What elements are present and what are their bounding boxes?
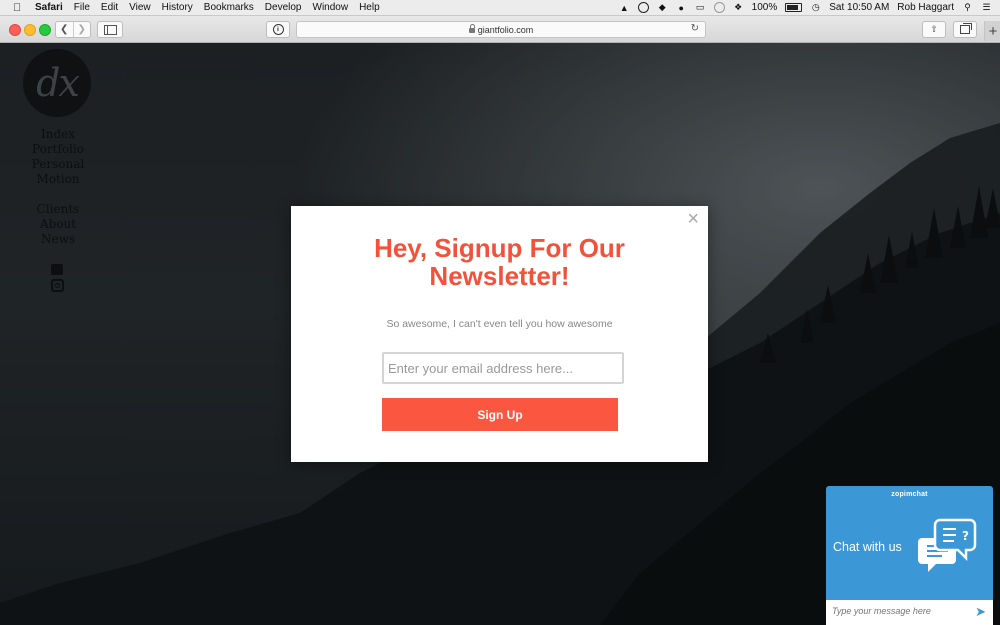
svg-text:?: ? xyxy=(962,529,969,543)
sign-up-button[interactable]: Sign Up xyxy=(382,398,618,431)
chat-message-input[interactable] xyxy=(832,606,952,616)
modal-title-line-2: Newsletter! xyxy=(429,261,570,291)
nav-link-about[interactable]: About xyxy=(20,217,96,232)
wifi-icon[interactable]: ◷ xyxy=(810,2,821,13)
info-status-icon[interactable] xyxy=(637,2,649,13)
nav-link-portfolio[interactable]: Portfolio xyxy=(20,142,96,157)
minimize-window-button[interactable] xyxy=(24,24,36,36)
menu-window[interactable]: Window xyxy=(313,2,349,13)
show-tabs-button[interactable] xyxy=(953,21,977,38)
menu-help[interactable]: Help xyxy=(359,2,380,13)
modal-subtitle: So awesome, I can't even tell you how aw… xyxy=(386,318,613,330)
modal-title-line-1: Hey, Signup For Our xyxy=(374,233,625,263)
sidebar-icon xyxy=(103,24,117,35)
privacy-report-button[interactable]: i xyxy=(266,21,290,38)
browser-toolbar: ❮ ❯ i giantfolio.com ↻ ⇧ xyxy=(0,16,1000,43)
reload-icon[interactable]: ↻ xyxy=(691,23,699,34)
fullscreen-window-button[interactable] xyxy=(39,24,51,36)
nav-link-news[interactable]: News xyxy=(20,232,96,247)
social-links xyxy=(51,264,65,296)
forward-button[interactable]: ❯ xyxy=(72,22,91,37)
google-drive-icon[interactable]: ▲ xyxy=(619,2,630,13)
close-window-button[interactable] xyxy=(9,24,21,36)
evernote-icon[interactable]: ● xyxy=(676,2,687,13)
airplay-icon[interactable]: ▭ xyxy=(695,2,706,13)
share-button[interactable]: ⇧ xyxy=(922,21,946,38)
time-machine-icon[interactable] xyxy=(713,2,725,13)
battery-percent: 100% xyxy=(751,2,778,13)
modal-title: Hey, Signup For Our Newsletter! xyxy=(291,234,708,290)
newsletter-modal: × Hey, Signup For Our Newsletter! So awe… xyxy=(291,206,708,462)
close-icon[interactable]: × xyxy=(687,208,699,231)
history-nav: ❮ ❯ xyxy=(55,21,91,38)
menu-view[interactable]: View xyxy=(129,2,151,13)
menu-edit[interactable]: Edit xyxy=(101,2,118,13)
spotlight-search-icon[interactable]: ⚲ xyxy=(962,2,973,13)
site-logo[interactable]: dx xyxy=(23,49,91,117)
chat-widget[interactable]: zopimchat Chat with us ? ➤ xyxy=(826,486,993,625)
nav-link-index[interactable]: Index xyxy=(20,127,96,142)
email-field[interactable] xyxy=(382,352,624,384)
chat-bubbles-icon: ? xyxy=(918,518,977,572)
apple-menu-icon[interactable]:  xyxy=(13,2,25,14)
status-area: ▲ ◆ ● ▭ ❖ 100% ◷ Sat 10:50 AM Rob Haggar… xyxy=(619,0,992,15)
lock-icon xyxy=(468,24,475,33)
sidebar-toggle-button[interactable] xyxy=(97,21,123,38)
menu-history[interactable]: History xyxy=(162,2,193,13)
nav-link-personal[interactable]: Personal xyxy=(20,157,96,172)
site-navigation: Index Portfolio Personal Motion Clients … xyxy=(20,127,96,247)
new-tab-button[interactable]: + xyxy=(984,21,1000,41)
facebook-like-icon[interactable] xyxy=(51,264,63,275)
menu-file[interactable]: File xyxy=(74,2,90,13)
privacy-icon: i xyxy=(272,24,284,35)
notification-center-icon[interactable]: ☰ xyxy=(981,2,992,13)
instagram-icon[interactable] xyxy=(51,279,64,292)
address-bar[interactable]: giantfolio.com ↻ xyxy=(296,21,706,38)
tabs-icon xyxy=(960,23,972,34)
menu-develop[interactable]: Develop xyxy=(265,2,302,13)
clock[interactable]: Sat 10:50 AM xyxy=(829,2,889,13)
battery-icon[interactable] xyxy=(785,3,803,12)
back-button[interactable]: ❮ xyxy=(56,22,73,37)
send-icon[interactable]: ➤ xyxy=(975,604,986,620)
bluetooth-icon[interactable]: ❖ xyxy=(733,2,744,13)
nav-link-motion[interactable]: Motion xyxy=(20,172,96,187)
menu-app-safari[interactable]: Safari xyxy=(35,2,63,13)
nav-link-clients[interactable]: Clients xyxy=(20,202,96,217)
user-name[interactable]: Rob Haggart xyxy=(897,2,954,13)
chat-title[interactable]: Chat with us xyxy=(833,540,902,554)
chat-input-bar: ➤ xyxy=(826,600,993,625)
chat-brand: zopimchat xyxy=(891,491,928,498)
menu-bookmarks[interactable]: Bookmarks xyxy=(204,2,254,13)
dropbox-icon[interactable]: ◆ xyxy=(657,2,668,13)
url-text: giantfolio.com xyxy=(477,24,534,35)
menu-bar:  Safari File Edit View History Bookmark… xyxy=(0,0,1000,16)
